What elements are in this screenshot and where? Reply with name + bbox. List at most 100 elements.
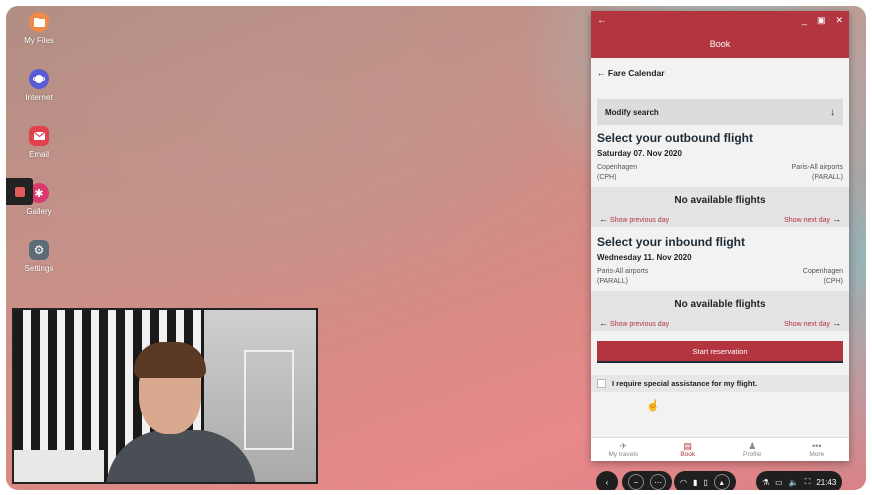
fare-calendar-back-link[interactable]: ← Fare Calendar [591, 58, 849, 93]
window-back-button[interactable]: ← [597, 15, 607, 26]
ticket-icon: ▤ [683, 441, 692, 451]
inbound-heading: Select your inbound flight [597, 235, 745, 249]
more-icon: ••• [812, 441, 822, 451]
desktop-icon-label: My Files [24, 36, 54, 45]
flask-icon: ⚗ [762, 477, 770, 487]
modify-search-label: Modify search [605, 107, 659, 117]
wifi-icon: ◠ [680, 477, 687, 487]
inbound-route: Paris-All airports Copenhagen [597, 262, 843, 275]
inbound-date: Wednesday 11. Nov 2020 [597, 253, 692, 262]
desktop-icon-internet[interactable]: Internet [14, 69, 64, 102]
arrow-left-icon: ← [599, 214, 608, 224]
window-minimize-button[interactable]: _ [802, 15, 807, 26]
shelf-app-controls[interactable]: − ⋯ [622, 471, 672, 490]
outbound-no-flights-text: No available flights [674, 195, 766, 206]
nav-label: Book [680, 451, 696, 458]
arrow-left-icon: ← [597, 68, 606, 78]
nav-label: Profile [743, 451, 762, 458]
modify-search-toggle[interactable]: Modify search ↓ [597, 99, 843, 125]
desktop-icon-settings[interactable]: ⚙ Settings [14, 240, 64, 273]
webcam-background-shelf [244, 350, 294, 450]
inbound-prev-day-link[interactable]: ← Show previous day [599, 318, 669, 328]
gear-icon: ⚙ [29, 240, 49, 260]
window-titlebar: ← _ ▣ ✕ [591, 11, 849, 30]
outbound-date: Saturday 07. Nov 2020 [597, 149, 682, 158]
next-day-label: Show next day [784, 217, 831, 224]
outbound-section: Select your outbound flight Saturday 07.… [591, 125, 849, 227]
webcam-person-hair [134, 342, 206, 378]
outbound-no-flights-panel: No available flights ← Show previous day… [591, 187, 849, 227]
prev-day-label: Show previous day [609, 321, 670, 328]
desktop-icon-label: Email [28, 150, 49, 159]
nav-label: More [809, 451, 825, 458]
clock: 21:43 [816, 477, 837, 487]
inbound-to-code: (CPH) [823, 278, 843, 285]
outbound-from-code: (CPH) [597, 174, 617, 181]
more-dots-icon[interactable]: ⋯ [650, 474, 666, 490]
nav-more[interactable]: ••• More [787, 441, 847, 458]
inbound-codes: (PARALL) (CPH) [597, 275, 843, 285]
arrow-right-icon: → [832, 214, 841, 224]
outbound-next-day-link[interactable]: Show next day → [784, 214, 841, 224]
page-title: Book [591, 30, 849, 58]
special-assistance-checkbox[interactable] [597, 379, 606, 388]
outbound-heading: Select your outbound flight [597, 131, 753, 145]
special-assistance-row[interactable]: I require special assistance for my flig… [591, 375, 849, 392]
inbound-from-code: (PARALL) [597, 278, 628, 285]
battery-icon: ▯ [703, 477, 708, 487]
planet-icon [29, 69, 49, 89]
outbound-from-city: Copenhagen [597, 164, 638, 171]
nav-label: My travels [608, 451, 639, 458]
inbound-to-city: Copenhagen [802, 268, 843, 275]
hand-cursor-icon: ☝ [646, 400, 660, 412]
desktop-icon-email[interactable]: Email [14, 126, 64, 159]
desktop-icon-label: Settings [24, 264, 54, 273]
minus-circle-icon[interactable]: − [628, 474, 644, 490]
mail-icon [29, 126, 49, 146]
person-icon: ♟ [748, 441, 757, 451]
outbound-to-code: (PARALL) [812, 174, 843, 181]
desktop-icon-my-files[interactable]: My Files [14, 12, 64, 45]
arrow-left-icon: ← [599, 318, 608, 328]
stop-icon [14, 186, 25, 197]
nav-book[interactable]: ▤ Book [658, 441, 718, 458]
outbound-route: Copenhagen Paris-All airports [597, 158, 843, 171]
window-close-button[interactable]: ✕ [835, 15, 843, 26]
arrow-right-icon: → [832, 318, 841, 328]
webcam-overlay [12, 308, 318, 484]
inbound-no-flights-panel: No available flights ← Show previous day… [591, 291, 849, 331]
bottom-navigation: ✈ My travels ▤ Book ♟ Profile ••• More [591, 437, 849, 461]
keyboard-icon: ▭ [775, 477, 783, 487]
signal-icon: ▮ [692, 477, 698, 487]
shelf-status-area[interactable]: ◠ ▮ ▯ ▴ [674, 471, 736, 490]
start-reservation-button[interactable]: Start reservation [597, 341, 843, 363]
nav-my-travels[interactable]: ✈ My travels [593, 441, 653, 458]
outbound-codes: (CPH) (PARALL) [597, 171, 843, 181]
screen-capture-icon: ⛶ [804, 477, 811, 486]
arrow-down-icon: ↓ [830, 106, 835, 118]
chevron-left-icon: ‹ [605, 477, 609, 487]
volume-icon: 🔈 [788, 477, 799, 487]
nav-profile[interactable]: ♟ Profile [722, 441, 782, 458]
fare-calendar-label: Fare Calendar [607, 68, 665, 78]
stop-recording-button[interactable] [6, 178, 33, 205]
shelf-system-tray[interactable]: ⚗ ▭ 🔈 ⛶ 21:43 [756, 471, 843, 490]
desktop-icon-label: Gallery [26, 207, 52, 216]
inbound-from-city: Paris-All airports [597, 268, 649, 275]
booking-app-window: ← _ ▣ ✕ Book ← Fare Calendar Modify sear… [591, 11, 849, 461]
desktop: My Files Internet Email ✱ Gallery ⚙ Sett… [6, 6, 866, 490]
outbound-prev-day-link[interactable]: ← Show previous day [599, 214, 669, 224]
shelf-back-button[interactable]: ‹ [596, 471, 618, 490]
prev-day-label: Show previous day [609, 217, 670, 224]
outbound-to-city: Paris-All airports [791, 164, 843, 171]
inbound-no-flights-text: No available flights [674, 299, 766, 310]
chevron-up-icon[interactable]: ▴ [713, 474, 730, 490]
folder-icon [29, 12, 49, 32]
inbound-next-day-link[interactable]: Show next day → [784, 318, 841, 328]
special-assistance-label: I require special assistance for my flig… [612, 379, 758, 388]
plane-icon: ✈ [619, 441, 628, 451]
inbound-section: Select your inbound flight Wednesday 11.… [591, 227, 849, 331]
window-maximize-button[interactable]: ▣ [817, 15, 826, 26]
next-day-label: Show next day [784, 321, 831, 328]
desktop-icon-label: Internet [25, 93, 53, 102]
